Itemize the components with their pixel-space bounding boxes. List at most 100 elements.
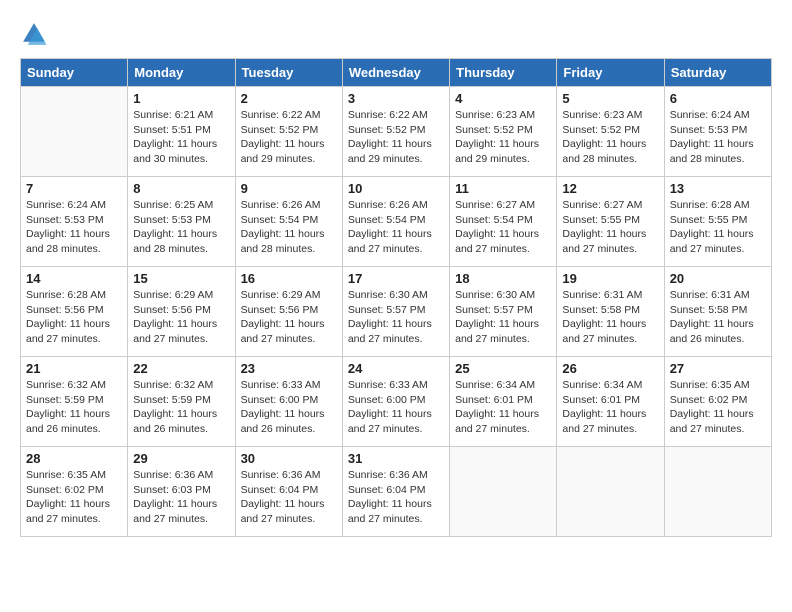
calendar-cell: 26 Sunrise: 6:34 AM Sunset: 6:01 PM Dayli…: [557, 357, 664, 447]
day-info: Sunrise: 6:29 AM Sunset: 5:56 PM Dayligh…: [133, 288, 229, 347]
day-info: Sunrise: 6:32 AM Sunset: 5:59 PM Dayligh…: [133, 378, 229, 437]
calendar-cell: 11 Sunrise: 6:27 AM Sunset: 5:54 PM Dayli…: [450, 177, 557, 267]
calendar-cell: 28Sunrise: 6:35 AM Sunset: 6:02 PM Dayli…: [21, 447, 128, 537]
day-number: 8: [133, 181, 229, 196]
calendar-cell: 27 Sunrise: 6:35 AM Sunset: 6:02 PM Dayli…: [664, 357, 771, 447]
page-header: [20, 20, 772, 48]
day-number: 5: [562, 91, 658, 106]
day-number: 3: [348, 91, 444, 106]
calendar-cell: 5 Sunrise: 6:23 AM Sunset: 5:52 PM Daylig…: [557, 87, 664, 177]
day-info: Sunrise: 6:36 AM Sunset: 6:03 PM Dayligh…: [133, 468, 229, 527]
day-info: Sunrise: 6:34 AM Sunset: 6:01 PM Dayligh…: [562, 378, 658, 437]
calendar-day-header: Tuesday: [235, 59, 342, 87]
day-number: 13: [670, 181, 766, 196]
calendar-week-row: 21 Sunrise: 6:32 AM Sunset: 5:59 PM Dayli…: [21, 357, 772, 447]
day-info: Sunrise: 6:31 AM Sunset: 5:58 PM Dayligh…: [670, 288, 766, 347]
day-number: 4: [455, 91, 551, 106]
calendar-cell: 3 Sunrise: 6:22 AM Sunset: 5:52 PM Daylig…: [342, 87, 449, 177]
day-info: Sunrise: 6:26 AM Sunset: 5:54 PM Dayligh…: [241, 198, 337, 257]
day-number: 17: [348, 271, 444, 286]
day-info: Sunrise: 6:24 AM Sunset: 5:53 PM Dayligh…: [26, 198, 122, 257]
day-info: Sunrise: 6:35 AM Sunset: 6:02 PM Dayligh…: [670, 378, 766, 437]
day-number: 19: [562, 271, 658, 286]
calendar-cell: 22 Sunrise: 6:32 AM Sunset: 5:59 PM Dayli…: [128, 357, 235, 447]
calendar-header-row: SundayMondayTuesdayWednesdayThursdayFrid…: [21, 59, 772, 87]
day-number: 1: [133, 91, 229, 106]
calendar-week-row: 1 Sunrise: 6:21 AM Sunset: 5:51 PM Daylig…: [21, 87, 772, 177]
day-number: 2: [241, 91, 337, 106]
day-info: Sunrise: 6:33 AM Sunset: 6:00 PM Dayligh…: [348, 378, 444, 437]
day-info: Sunrise: 6:33 AM Sunset: 6:00 PM Dayligh…: [241, 378, 337, 437]
day-number: 21: [26, 361, 122, 376]
calendar-cell: 23 Sunrise: 6:33 AM Sunset: 6:00 PM Dayli…: [235, 357, 342, 447]
calendar-cell: 10 Sunrise: 6:26 AM Sunset: 5:54 PM Dayli…: [342, 177, 449, 267]
day-info: Sunrise: 6:34 AM Sunset: 6:01 PM Dayligh…: [455, 378, 551, 437]
day-number: 10: [348, 181, 444, 196]
day-info: Sunrise: 6:21 AM Sunset: 5:51 PM Dayligh…: [133, 108, 229, 167]
calendar-week-row: 7 Sunrise: 6:24 AM Sunset: 5:53 PM Daylig…: [21, 177, 772, 267]
day-number: 18: [455, 271, 551, 286]
calendar-cell: 6 Sunrise: 6:24 AM Sunset: 5:53 PM Daylig…: [664, 87, 771, 177]
day-info: Sunrise: 6:24 AM Sunset: 5:53 PM Dayligh…: [670, 108, 766, 167]
calendar-cell: 18Sunrise: 6:30 AM Sunset: 5:57 PM Dayli…: [450, 267, 557, 357]
logo: [20, 20, 52, 48]
calendar-cell: 31 Sunrise: 6:36 AM Sunset: 6:04 PM Dayli…: [342, 447, 449, 537]
day-info: Sunrise: 6:30 AM Sunset: 5:57 PM Dayligh…: [348, 288, 444, 347]
calendar-cell: [557, 447, 664, 537]
calendar-cell: 19Sunrise: 6:31 AM Sunset: 5:58 PM Dayli…: [557, 267, 664, 357]
day-info: Sunrise: 6:27 AM Sunset: 5:55 PM Dayligh…: [562, 198, 658, 257]
day-number: 7: [26, 181, 122, 196]
day-info: Sunrise: 6:26 AM Sunset: 5:54 PM Dayligh…: [348, 198, 444, 257]
day-info: Sunrise: 6:23 AM Sunset: 5:52 PM Dayligh…: [562, 108, 658, 167]
calendar-day-header: Thursday: [450, 59, 557, 87]
calendar-day-header: Monday: [128, 59, 235, 87]
calendar-cell: 7 Sunrise: 6:24 AM Sunset: 5:53 PM Daylig…: [21, 177, 128, 267]
day-info: Sunrise: 6:22 AM Sunset: 5:52 PM Dayligh…: [241, 108, 337, 167]
calendar-cell: 14Sunrise: 6:28 AM Sunset: 5:56 PM Dayli…: [21, 267, 128, 357]
day-number: 9: [241, 181, 337, 196]
day-info: Sunrise: 6:27 AM Sunset: 5:54 PM Dayligh…: [455, 198, 551, 257]
day-number: 22: [133, 361, 229, 376]
day-number: 15: [133, 271, 229, 286]
calendar-cell: 13Sunrise: 6:28 AM Sunset: 5:55 PM Dayli…: [664, 177, 771, 267]
calendar-cell: 24Sunrise: 6:33 AM Sunset: 6:00 PM Dayli…: [342, 357, 449, 447]
calendar-cell: 30 Sunrise: 6:36 AM Sunset: 6:04 PM Dayli…: [235, 447, 342, 537]
day-info: Sunrise: 6:23 AM Sunset: 5:52 PM Dayligh…: [455, 108, 551, 167]
day-number: 25: [455, 361, 551, 376]
calendar-cell: 12 Sunrise: 6:27 AM Sunset: 5:55 PM Dayli…: [557, 177, 664, 267]
day-number: 31: [348, 451, 444, 466]
calendar-cell: 25 Sunrise: 6:34 AM Sunset: 6:01 PM Dayli…: [450, 357, 557, 447]
logo-icon: [20, 20, 48, 48]
day-info: Sunrise: 6:22 AM Sunset: 5:52 PM Dayligh…: [348, 108, 444, 167]
calendar-day-header: Friday: [557, 59, 664, 87]
day-number: 26: [562, 361, 658, 376]
day-info: Sunrise: 6:36 AM Sunset: 6:04 PM Dayligh…: [348, 468, 444, 527]
calendar-cell: 8Sunrise: 6:25 AM Sunset: 5:53 PM Daylig…: [128, 177, 235, 267]
calendar-table: SundayMondayTuesdayWednesdayThursdayFrid…: [20, 58, 772, 537]
calendar-cell: 4 Sunrise: 6:23 AM Sunset: 5:52 PM Daylig…: [450, 87, 557, 177]
calendar-cell: 15 Sunrise: 6:29 AM Sunset: 5:56 PM Dayli…: [128, 267, 235, 357]
day-number: 12: [562, 181, 658, 196]
day-number: 11: [455, 181, 551, 196]
calendar-day-header: Sunday: [21, 59, 128, 87]
calendar-cell: 29Sunrise: 6:36 AM Sunset: 6:03 PM Dayli…: [128, 447, 235, 537]
calendar-week-row: 28Sunrise: 6:35 AM Sunset: 6:02 PM Dayli…: [21, 447, 772, 537]
calendar-cell: 9 Sunrise: 6:26 AM Sunset: 5:54 PM Daylig…: [235, 177, 342, 267]
calendar-day-header: Saturday: [664, 59, 771, 87]
day-info: Sunrise: 6:29 AM Sunset: 5:56 PM Dayligh…: [241, 288, 337, 347]
calendar-cell: 21Sunrise: 6:32 AM Sunset: 5:59 PM Dayli…: [21, 357, 128, 447]
calendar-cell: 17 Sunrise: 6:30 AM Sunset: 5:57 PM Dayli…: [342, 267, 449, 357]
day-info: Sunrise: 6:36 AM Sunset: 6:04 PM Dayligh…: [241, 468, 337, 527]
day-number: 6: [670, 91, 766, 106]
calendar-cell: [450, 447, 557, 537]
calendar-week-row: 14Sunrise: 6:28 AM Sunset: 5:56 PM Dayli…: [21, 267, 772, 357]
day-number: 23: [241, 361, 337, 376]
calendar-cell: [664, 447, 771, 537]
day-number: 28: [26, 451, 122, 466]
day-number: 30: [241, 451, 337, 466]
day-number: 16: [241, 271, 337, 286]
day-number: 27: [670, 361, 766, 376]
day-info: Sunrise: 6:28 AM Sunset: 5:56 PM Dayligh…: [26, 288, 122, 347]
day-number: 20: [670, 271, 766, 286]
calendar-cell: [21, 87, 128, 177]
